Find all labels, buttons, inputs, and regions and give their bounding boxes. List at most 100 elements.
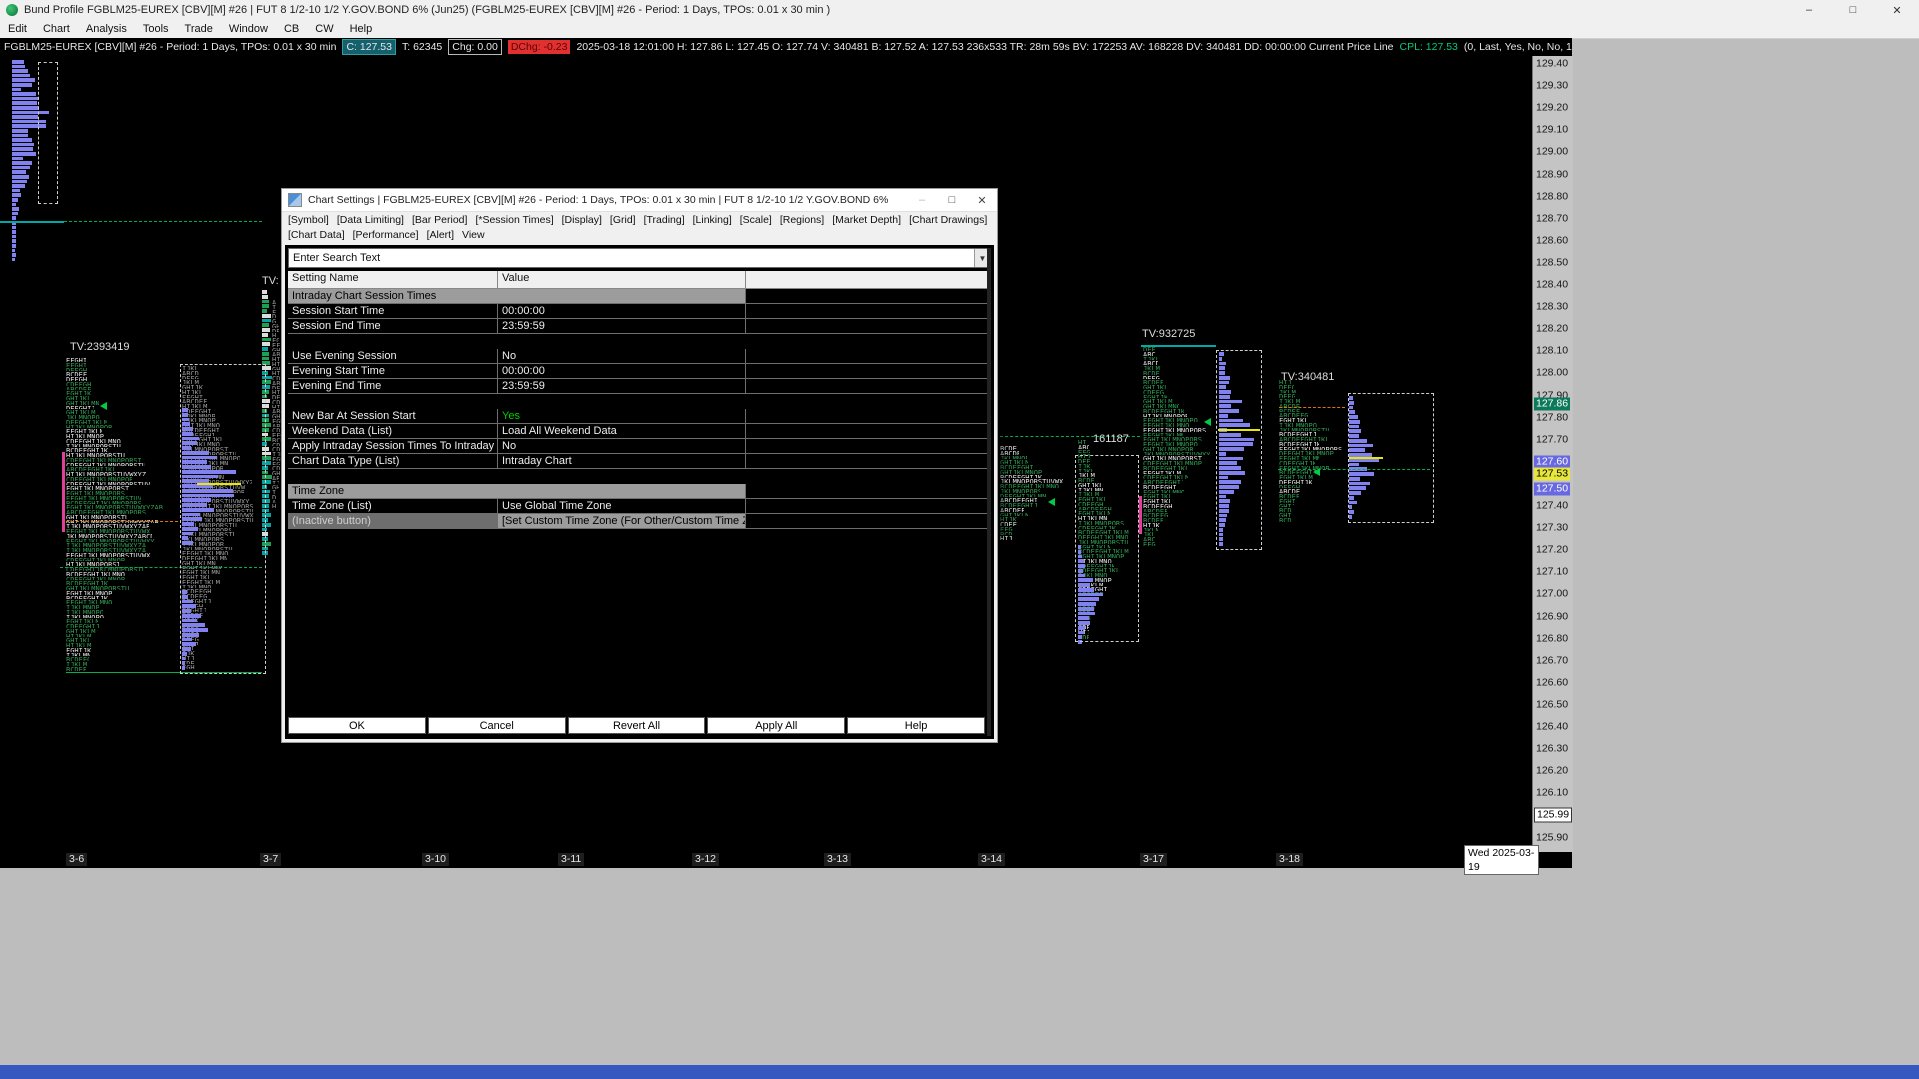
tab-data-limiting[interactable]: [Data Limiting]	[337, 214, 404, 226]
tab-symbol[interactable]: [Symbol]	[288, 214, 329, 226]
price-tick-label: 127.30	[1536, 521, 1569, 534]
apply-all-button[interactable]: Apply All	[707, 717, 846, 734]
tab-market-depth[interactable]: [Market Depth]	[832, 214, 901, 226]
column-setting-name: Setting Name	[288, 271, 498, 288]
setting-value-cell[interactable]: No	[498, 439, 746, 453]
dialog-close-button[interactable]: ✕	[967, 194, 997, 207]
price-tick-label: 126.80	[1536, 632, 1569, 645]
setting-value-cell[interactable]: 23:59:59	[498, 379, 746, 393]
search-input[interactable]	[289, 251, 974, 265]
setting-value-cell[interactable]: No	[498, 349, 746, 363]
price-highlight: 127.50	[1534, 482, 1571, 496]
taskbar-strip	[0, 1065, 1919, 1079]
close-button[interactable]: ✕	[1875, 0, 1919, 20]
cancel-button[interactable]: Cancel	[427, 717, 566, 734]
setting-name-cell: (Inactive button)	[288, 514, 498, 528]
setting-value-cell[interactable]: Intraday Chart	[498, 454, 746, 468]
tab-performance[interactable]: [Performance]	[353, 229, 419, 241]
menu-window[interactable]: Window	[221, 23, 276, 35]
total-volume-label: 161187	[1093, 433, 1129, 445]
price-tick-label: 129.00	[1536, 145, 1569, 158]
dialog-title: Chart Settings | FGBLM25-EUREX [CBV][M] …	[308, 194, 889, 206]
menu-cw[interactable]: CW	[307, 23, 341, 35]
price-tick-label: 128.20	[1536, 322, 1569, 335]
dialog-maximize-button[interactable]: □	[937, 194, 967, 206]
menu-chart[interactable]: Chart	[35, 23, 78, 35]
menu-cb[interactable]: CB	[276, 23, 307, 35]
minimize-button[interactable]: –	[1787, 0, 1831, 20]
tab-view[interactable]: View	[462, 229, 485, 241]
chart-line	[1139, 496, 1142, 534]
infobar-segment: FGBLM25-EUREX [CBV][M] #26 - Period: 1 D…	[4, 41, 337, 53]
tab-bar-period[interactable]: [Bar Period]	[412, 214, 467, 226]
tab-regions[interactable]: [Regions]	[780, 214, 824, 226]
tab-display[interactable]: [Display]	[562, 214, 602, 226]
price-tick-label: 126.20	[1536, 764, 1569, 777]
price-tick-label: 128.70	[1536, 212, 1569, 225]
dialog-minimize-button[interactable]: –	[907, 194, 937, 206]
setting-name-cell: Chart Data Type (List)	[288, 454, 498, 468]
price-tick-label: 126.30	[1536, 742, 1569, 755]
axis-time: 04:51:	[1542, 854, 1572, 866]
tab-grid[interactable]: [Grid]	[610, 214, 636, 226]
price-tick-label: 127.00	[1536, 587, 1569, 600]
dashed-selection-box	[38, 62, 58, 204]
arrow-marker-icon	[1204, 418, 1211, 426]
app-icon	[6, 4, 18, 16]
price-tick-label: 129.40	[1536, 57, 1569, 70]
revert-all-button[interactable]: Revert All	[567, 717, 706, 734]
tab-alert[interactable]: [Alert]	[427, 229, 454, 241]
menu-trade[interactable]: Trade	[177, 23, 221, 35]
tab-chart-data[interactable]: [Chart Data]	[288, 229, 345, 241]
setting-value-cell[interactable]: Load All Weekend Data	[498, 424, 746, 438]
title-bar: Bund Profile FGBLM25-EUREX [CBV][M] #26 …	[0, 0, 1919, 21]
price-scale[interactable]: 129.40 129.30 129.20 129.10 129.00 128.90 128.…	[1532, 56, 1573, 852]
setting-value-cell[interactable]: 00:00:00	[498, 364, 746, 378]
chart-line	[1279, 407, 1345, 408]
section-row: Time Zone	[288, 484, 991, 499]
setting-value-cell[interactable]: Yes	[498, 409, 746, 423]
setting-value-cell[interactable]: Use Global Time Zone	[498, 499, 746, 513]
setting-name-cell: Evening End Time	[288, 379, 498, 393]
price-tick-label: 128.30	[1536, 300, 1569, 313]
blank-row	[288, 469, 991, 484]
tab-session-times[interactable]: [*Session Times]	[475, 214, 553, 226]
blank-row	[288, 394, 991, 409]
setting-row: New Bar At Session Start Yes	[288, 409, 991, 424]
dialog-title-bar: Chart Settings | FGBLM25-EUREX [CBV][M] …	[282, 189, 997, 212]
menu-analysis[interactable]: Analysis	[78, 23, 135, 35]
price-tick-label: 126.60	[1536, 676, 1569, 689]
help-button[interactable]: Help	[847, 717, 985, 734]
infobar-segment: Chg: 0.00	[448, 39, 502, 55]
clock-timestamp: Wed 2025-03-19 04:51:	[1464, 845, 1572, 875]
tab-chart-drawings[interactable]: [Chart Drawings]	[909, 214, 987, 226]
tab-scale[interactable]: [Scale]	[740, 214, 772, 226]
price-highlight: 127.86	[1534, 397, 1571, 411]
setting-name-cell: Time Zone (List)	[288, 499, 498, 513]
date-label: 3-18	[1276, 853, 1304, 866]
setting-row: Time Zone (List) Use Global Time Zone	[288, 499, 991, 514]
setting-value-cell[interactable]: 00:00:00	[498, 304, 746, 318]
menu-tools[interactable]: Tools	[135, 23, 177, 35]
setting-value-cell[interactable]: 23:59:59	[498, 319, 746, 333]
price-tick-label: 129.30	[1536, 79, 1569, 92]
tab-trading[interactable]: [Trading]	[644, 214, 685, 226]
search-combobox[interactable]: ▼	[288, 248, 991, 268]
date-label: 3-14	[978, 853, 1006, 866]
price-tick-label: 126.40	[1536, 720, 1569, 733]
section-row: Intraday Chart Session Times	[288, 289, 991, 304]
ok-button[interactable]: OK	[288, 717, 426, 734]
dialog-buttons: OK Cancel Revert All Apply All Help	[288, 717, 985, 734]
dashed-selection-box	[1216, 350, 1262, 550]
menu-help[interactable]: Help	[342, 23, 381, 35]
settings-table: Intraday Chart Session Times Session Star…	[288, 289, 991, 529]
date-axis: 3-6 3-7 3-10 3-11 3-12 3-13 3-14 3-17 3-18	[0, 852, 1532, 868]
tab-linking[interactable]: [Linking]	[693, 214, 732, 226]
dialog-scrollbar[interactable]	[987, 248, 991, 736]
setting-row: Chart Data Type (List) Intraday Chart	[288, 454, 991, 469]
chart-line	[0, 221, 64, 223]
maximize-button[interactable]: □	[1831, 0, 1875, 20]
price-tick-label: 127.80	[1536, 411, 1569, 424]
setting-row: Session Start Time 00:00:00	[288, 304, 991, 319]
menu-edit[interactable]: Edit	[0, 23, 35, 35]
